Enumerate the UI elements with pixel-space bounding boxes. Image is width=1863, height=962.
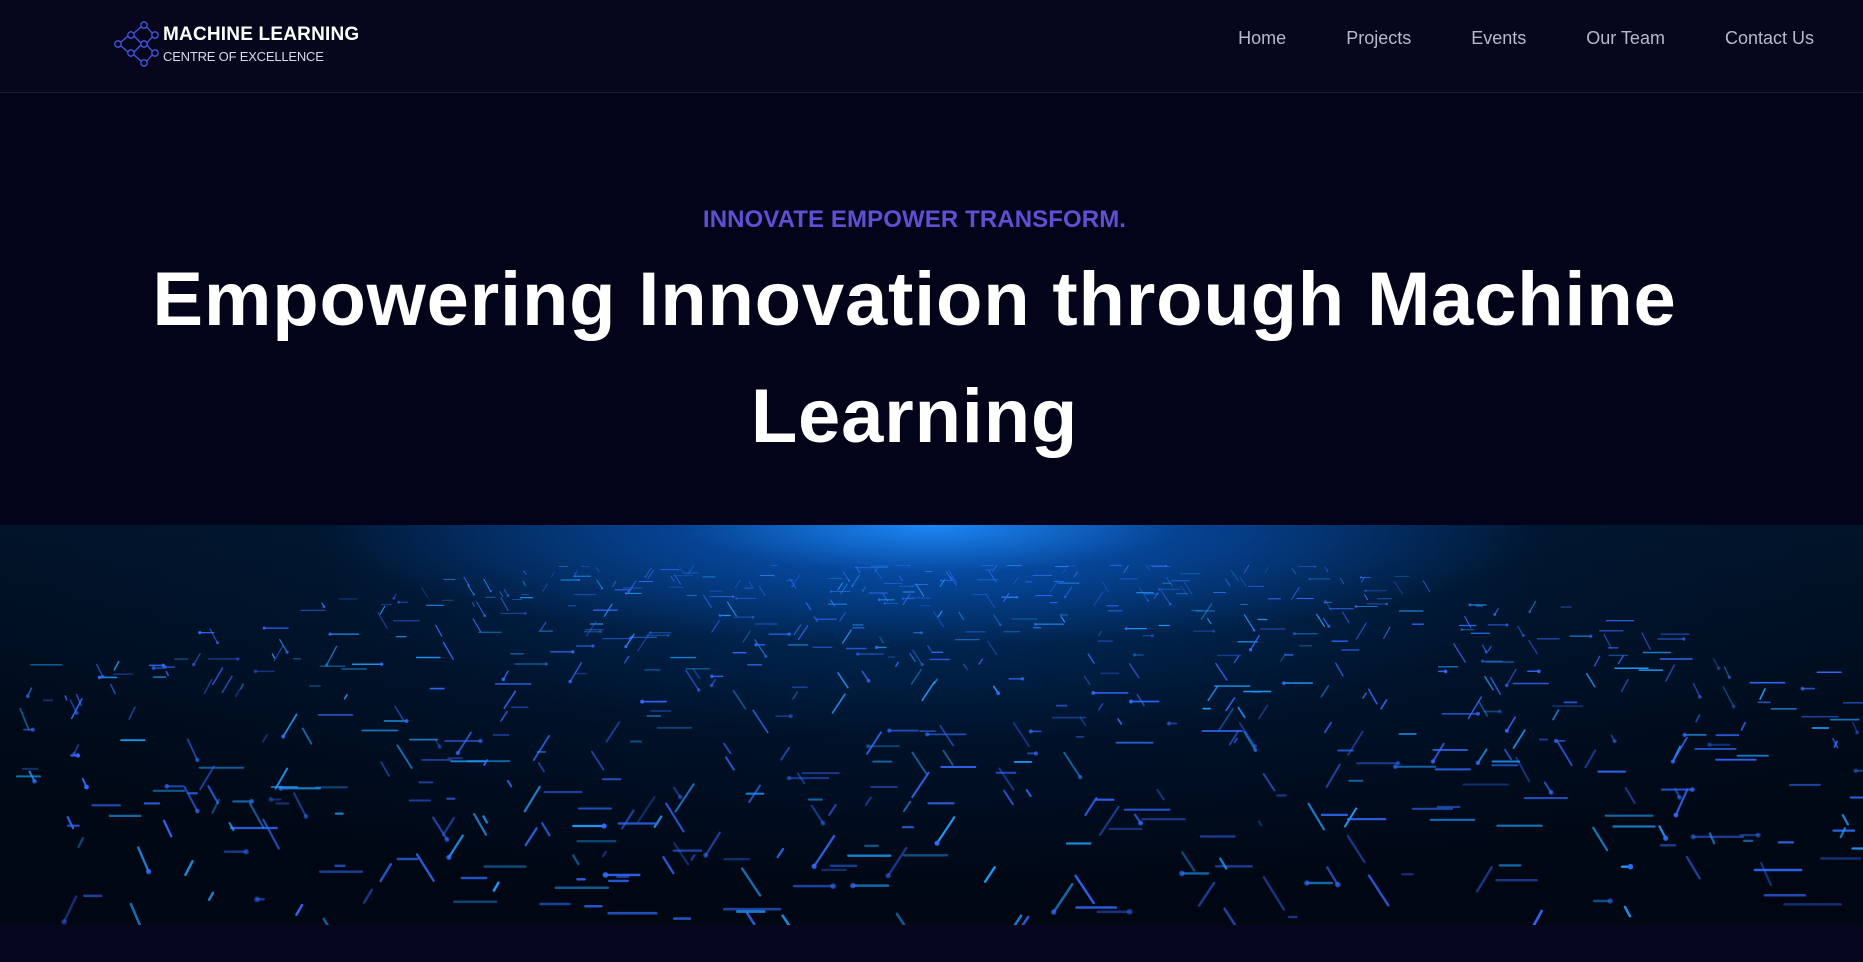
section-divider [0,925,1863,962]
hero-section: INNOVATE EMPOWER TRANSFORM. Empowering I… [0,93,1863,525]
circuit-board-image [15,564,1863,925]
brand-text: MACHINE LEARNING CENTRE OF EXCELLENCE [163,25,359,63]
nav-home-link[interactable]: Home [1238,28,1286,49]
circuit-traces [15,564,1863,925]
neural-network-logo-icon [114,21,159,67]
navbar: MACHINE LEARNING CENTRE OF EXCELLENCE Ho… [0,0,1863,93]
nav-events-link[interactable]: Events [1471,28,1526,49]
brand-subtitle: CENTRE OF EXCELLENCE [163,49,324,64]
nav-our-team-link[interactable]: Our Team [1586,28,1665,49]
main-nav: Home Projects Events Our Team Contact Us [1238,28,1814,49]
brand-title: MACHINE LEARNING [163,24,360,45]
circuit-board-banner [0,525,1863,925]
hero-headline: Empowering Innovation through Machine Le… [152,257,1677,459]
nav-projects-link[interactable]: Projects [1346,28,1411,49]
brand-logo[interactable]: MACHINE LEARNING CENTRE OF EXCELLENCE [113,18,359,70]
page: MACHINE LEARNING CENTRE OF EXCELLENCE Ho… [0,0,1863,962]
nav-contact-us-link[interactable]: Contact Us [1725,28,1814,49]
hero-tagline: INNOVATE EMPOWER TRANSFORM. [702,206,1127,233]
